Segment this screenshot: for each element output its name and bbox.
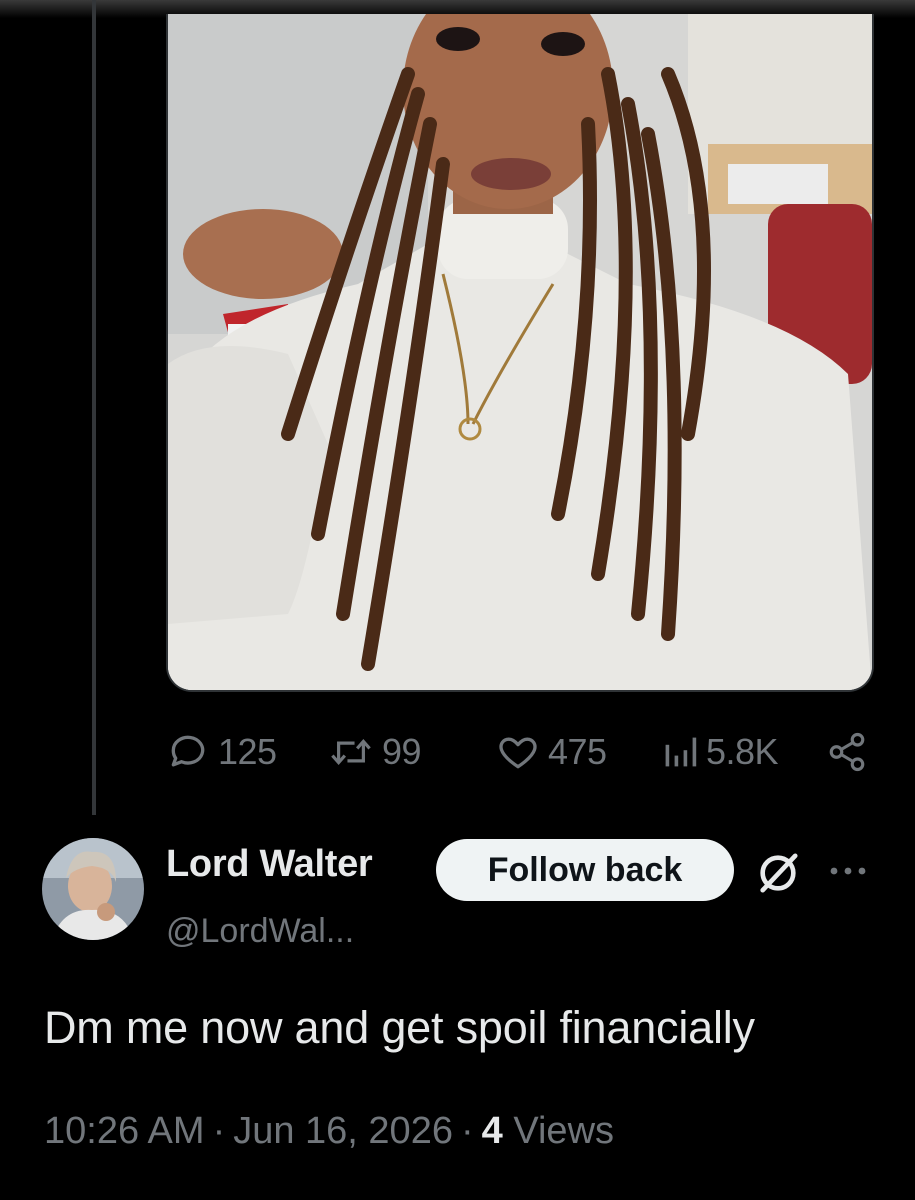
reply-metadata: 10:26 AM · Jun 16, 2026 · 4 Views (44, 1110, 614, 1153)
author-handle[interactable]: @LordWal... (166, 912, 354, 951)
reply-views-count: 4 (481, 1110, 503, 1152)
author-name[interactable]: Lord Walter (166, 843, 373, 886)
tweet-action-bar: 125 99 475 5.8K (166, 726, 870, 778)
like-button[interactable]: 475 (496, 726, 607, 778)
reply-time[interactable]: 10:26 AM (44, 1110, 205, 1152)
views-count: 5.8K (706, 731, 779, 772)
avatar[interactable] (42, 838, 144, 940)
more-dots-icon[interactable] (826, 858, 870, 884)
views-button[interactable]: 5.8K (662, 726, 779, 778)
tweet-photo[interactable] (166, 14, 874, 692)
retweet-icon (331, 738, 371, 766)
follow-back-button[interactable]: Follow back (436, 839, 734, 901)
reply-date[interactable]: Jun 16, 2026 (233, 1110, 453, 1152)
reply-button[interactable]: 125 (166, 726, 277, 778)
avatar-photo (42, 838, 144, 940)
retweet-button[interactable]: 99 (328, 726, 422, 778)
share-icon (829, 732, 865, 772)
post-detail-page: 125 99 475 5.8K Lord Walter @LordWal... … (0, 0, 915, 1200)
separator: · (212, 1110, 226, 1152)
separator: · (460, 1110, 474, 1152)
share-button[interactable] (826, 726, 868, 778)
retweet-count: 99 (382, 731, 422, 772)
heart-icon (499, 737, 537, 769)
photo-illustration (168, 14, 872, 690)
reply-count: 125 (218, 731, 277, 772)
grok-icon[interactable] (755, 850, 801, 896)
speech-bubble-icon (171, 735, 205, 767)
like-count: 475 (548, 731, 607, 772)
thread-connector-line (92, 0, 96, 815)
bar-chart-icon (665, 737, 697, 767)
reply-text: Dm me now and get spoil financially (44, 1002, 755, 1053)
reply-views-label: Views (513, 1110, 615, 1152)
